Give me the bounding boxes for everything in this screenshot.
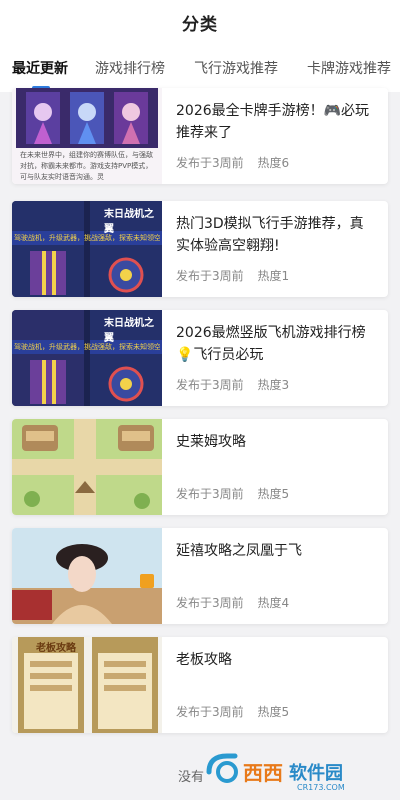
page-title: 分类 (182, 14, 218, 35)
svg-text:西西: 西西 (243, 761, 283, 785)
slime-game-thumbnail (12, 419, 162, 515)
heat-count: 热度3 (257, 378, 290, 392)
heat-count: 热度4 (257, 596, 290, 610)
article-meta: 发布于3周前 热度6 (176, 154, 299, 171)
thumb-game-caption: 驾驶战机，升级武器，挑战强敌，探索未知领空。 (14, 234, 160, 242)
publish-time: 发布于3周前 (176, 705, 244, 719)
article-meta: 发布于3周前 热度5 (176, 485, 299, 502)
publish-time: 发布于3周前 (176, 487, 244, 501)
article-title: 2026最燃竖版飞机游戏排行榜💡飞行员必玩 (176, 325, 366, 363)
tab-card-games[interactable]: 卡牌游戏推荐 (307, 58, 391, 78)
svg-text:软件园: 软件园 (289, 762, 343, 784)
publish-time: 发布于3周前 (176, 378, 244, 392)
heat-count: 热度6 (257, 156, 290, 170)
svg-text:CR173.COM: CR173.COM (297, 783, 345, 792)
article-meta: 发布于3周前 热度4 (176, 594, 299, 611)
article-card[interactable]: 老板攻略 老板攻略 发布于3周前 热度5 (12, 637, 388, 733)
article-title: 热门3D模拟飞行手游推荐，真实体验高空翱翔! (176, 216, 364, 254)
article-card[interactable]: 史莱姆攻略 发布于3周前 热度5 (12, 419, 388, 515)
thumb-game-caption: 驾驶战机，升级武器，挑战强敌，探索未知领空。 (14, 343, 160, 351)
flight-game-thumbnail: 末日战机之翼 驾驶战机，升级武器，挑战强敌，探索未知领空。 (12, 201, 162, 297)
top-header: 分类 (0, 0, 400, 44)
tab-recent-updates[interactable]: 最近更新 (12, 58, 68, 78)
publish-time: 发布于3周前 (176, 596, 244, 610)
article-title: 史莱姆攻略 (176, 434, 246, 450)
end-of-list-text: 没有 (178, 770, 205, 785)
article-meta: 发布于3周前 热度1 (176, 267, 299, 284)
heat-count: 热度5 (257, 487, 290, 501)
publish-time: 发布于3周前 (176, 269, 244, 283)
article-title: 延禧攻略之凤凰于飞 (176, 543, 302, 559)
thumb-description: 在未来世界中，组建你的赛博队伍，与强敌对抗，称霸未来都市。游戏支持PVP模式，可… (20, 151, 153, 181)
card-game-thumbnail: 在未来世界中，组建你的赛博队伍，与强敌对抗，称霸未来都市。游戏支持PVP模式，可… (12, 88, 162, 184)
article-card[interactable]: 末日战机之翼 驾驶战机，升级武器，挑战强敌，探索未知领空。 热门3D模拟飞行手游… (12, 201, 388, 297)
article-card[interactable]: 延禧攻略之凤凰于飞 发布于3周前 热度4 (12, 528, 388, 624)
article-meta: 发布于3周前 热度3 (176, 376, 299, 393)
article-title: 2026最全卡牌手游榜！🎮必玩推荐来了 (176, 103, 370, 141)
thumb-game-title: 末日战机之翼 (104, 318, 154, 344)
article-card[interactable]: 在未来世界中，组建你的赛博队伍，与强敌对抗，称霸未来都市。游戏支持PVP模式，可… (12, 88, 388, 184)
thumb-game-title: 末日战机之翼 (104, 209, 154, 235)
heat-count: 热度5 (257, 705, 290, 719)
watermark-logo: 西西 软件园 CR173.COM (205, 752, 395, 792)
tab-game-rankings[interactable]: 游戏排行榜 (95, 58, 165, 78)
boss-game-thumbnail: 老板攻略 (12, 637, 162, 733)
publish-time: 发布于3周前 (176, 156, 244, 170)
article-title: 老板攻略 (176, 652, 232, 668)
thumb-game-title: 老板攻略 (36, 643, 76, 654)
article-meta: 发布于3周前 热度5 (176, 703, 299, 720)
palace-drama-thumbnail (12, 528, 162, 624)
article-card[interactable]: 末日战机之翼 驾驶战机，升级武器，挑战强敌，探索未知领空。 2026最燃竖版飞机… (12, 310, 388, 406)
category-tabs: 最近更新 游戏排行榜 飞行游戏推荐 卡牌游戏推荐 (0, 44, 400, 92)
tab-flight-games[interactable]: 飞行游戏推荐 (194, 58, 278, 78)
heat-count: 热度1 (257, 269, 290, 283)
plane-shooter-thumbnail: 末日战机之翼 驾驶战机，升级武器，挑战强敌，探索未知领空。 (12, 310, 162, 406)
